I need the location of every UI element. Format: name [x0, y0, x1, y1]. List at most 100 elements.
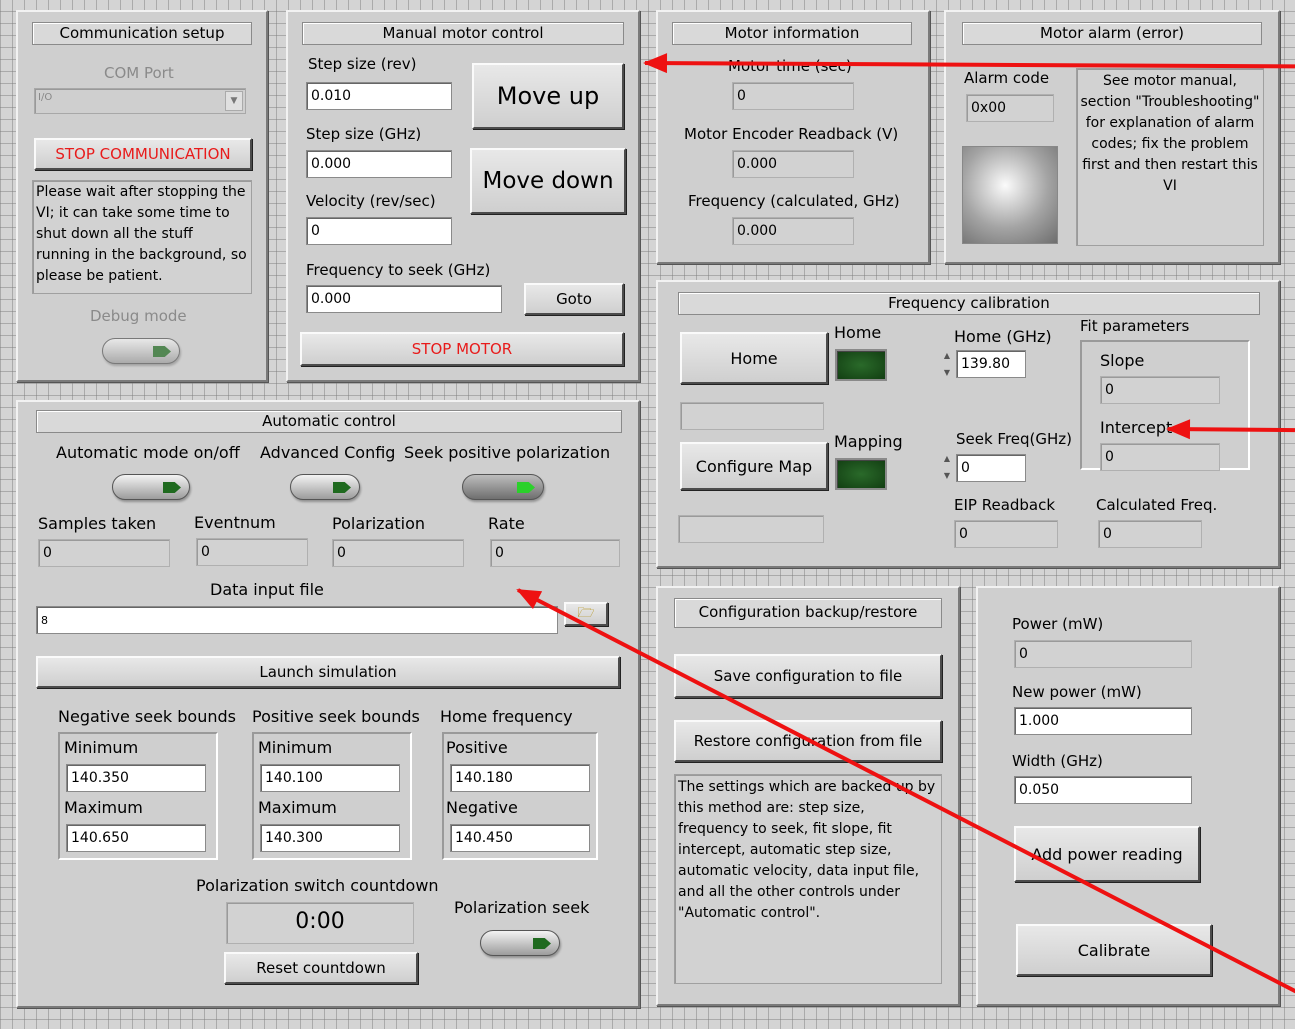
intercept-label: Intercept	[1100, 418, 1173, 437]
home-positive-label: Positive	[446, 738, 508, 757]
manual-motor-control-panel: Manual motor control Step size (rev) 0.0…	[286, 10, 640, 382]
step-rev-input[interactable]: 0.010	[306, 82, 452, 110]
seek-freq-input[interactable]: 0	[956, 454, 1026, 482]
configure-map-button[interactable]: Configure Map	[680, 442, 828, 490]
negative-bounds-label: Negative seek bounds	[58, 707, 236, 726]
new-power-input[interactable]: 1.000	[1014, 707, 1192, 735]
polarization-seek-label: Polarization seek	[454, 898, 590, 917]
step-ghz-input[interactable]: 0.000	[306, 150, 452, 178]
motor-time-label: Motor time (sec)	[728, 57, 852, 75]
com-port-select[interactable]: I/O ▼	[34, 88, 246, 114]
width-input[interactable]: 0.050	[1014, 776, 1192, 804]
motor-information-panel: Motor information Motor time (sec) 0 Mot…	[656, 10, 930, 264]
home-led-label: Home	[834, 323, 882, 342]
auto-mode-toggle[interactable]	[112, 474, 190, 500]
stop-communication-button[interactable]: STOP COMMUNICATION	[34, 138, 252, 170]
auto-mode-label: Automatic mode on/off	[56, 443, 240, 462]
chevron-down-icon[interactable]: ▼	[225, 91, 243, 111]
calculated-freq-value: 0	[1098, 520, 1202, 548]
slope-label: Slope	[1100, 351, 1145, 370]
width-label: Width (GHz)	[1012, 752, 1103, 770]
neg-max-input[interactable]: 140.650	[66, 824, 206, 852]
comm-note: Please wait after stopping the VI; it ca…	[32, 180, 252, 294]
advanced-config-toggle[interactable]	[290, 474, 360, 500]
pos-max-input[interactable]: 140.300	[260, 824, 400, 852]
move-up-button[interactable]: Move up	[472, 63, 624, 129]
backup-note: The settings which are backed up by this…	[674, 774, 942, 984]
encoder-label: Motor Encoder Readback (V)	[684, 125, 899, 143]
velocity-label: Velocity (rev/sec)	[306, 192, 436, 210]
pos-min-input[interactable]: 140.100	[260, 764, 400, 792]
alarm-code-label: Alarm code	[964, 69, 1050, 87]
motor-time-value: 0	[732, 82, 854, 110]
power-calibration-panel: Power (mW) 0 New power (mW) 1.000 Width …	[976, 586, 1280, 1006]
panel-title: Motor information	[672, 22, 912, 45]
polarization-seek-toggle[interactable]	[480, 930, 560, 956]
neg-min-label: Minimum	[64, 738, 139, 757]
calculated-freq-label: Calculated Freq.	[1096, 496, 1218, 514]
samples-label: Samples taken	[38, 514, 157, 533]
debug-mode-toggle[interactable]	[102, 338, 180, 364]
seek-positive-label: Seek positive polarization	[404, 443, 611, 462]
encoder-value: 0.000	[732, 150, 854, 178]
step-rev-label: Step size (rev)	[308, 55, 417, 73]
home-negative-label: Negative	[446, 798, 518, 817]
home-negative-input[interactable]: 140.450	[450, 824, 590, 852]
home-ghz-input[interactable]: 139.80	[956, 350, 1026, 378]
countdown-label: Polarization switch countdown	[196, 876, 439, 895]
eventnum-label: Eventnum	[194, 513, 276, 532]
alarm-code-value: 0x00	[966, 94, 1054, 122]
goto-button[interactable]: Goto	[524, 283, 624, 315]
power-value: 0	[1014, 640, 1192, 668]
panel-title: Automatic control	[36, 410, 622, 433]
step-ghz-label: Step size (GHz)	[306, 125, 422, 143]
advanced-config-label: Advanced Config	[260, 443, 396, 462]
seek-positive-toggle[interactable]	[462, 474, 544, 500]
home-ghz-spinner-icon[interactable]: ▲ ▼	[940, 347, 954, 381]
freq-calc-value: 0.000	[732, 217, 854, 245]
fit-parameters-label: Fit parameters	[1080, 317, 1190, 335]
countdown-value: 0:00	[226, 902, 414, 944]
move-down-button[interactable]: Move down	[470, 148, 626, 214]
samples-value: 0	[38, 539, 170, 567]
mapping-led-label: Mapping	[834, 432, 903, 451]
freq-seek-input[interactable]: 0.000	[306, 285, 502, 313]
path-icon: 8	[41, 614, 48, 627]
automatic-control-panel: Automatic control Automatic mode on/off …	[16, 400, 640, 1008]
launch-simulation-button[interactable]: Launch simulation	[36, 656, 620, 688]
eventnum-value: 0	[196, 538, 308, 566]
velocity-input[interactable]: 0	[306, 217, 452, 245]
positive-bounds-label: Positive seek bounds	[252, 707, 420, 726]
io-icon: I/O	[38, 92, 53, 103]
freq-calc-label: Frequency (calculated, GHz)	[688, 192, 900, 210]
data-input-file-input[interactable]: 8	[36, 606, 558, 634]
pos-max-label: Maximum	[258, 798, 337, 817]
reset-countdown-button[interactable]: Reset countdown	[224, 952, 418, 984]
stop-motor-button[interactable]: STOP MOTOR	[300, 332, 624, 366]
mapping-led	[835, 458, 887, 490]
home-positive-input[interactable]: 140.180	[450, 764, 590, 792]
eip-label: EIP Readback	[954, 496, 1056, 514]
rate-value: 0	[490, 539, 620, 567]
panel-title: Communication setup	[32, 22, 252, 45]
panel-title: Manual motor control	[302, 22, 624, 45]
annotation-arrow-intercept	[1167, 427, 1295, 433]
alarm-light	[962, 146, 1058, 244]
home-button[interactable]: Home	[680, 332, 828, 384]
panel-title: Frequency calibration	[678, 292, 1260, 315]
slope-value: 0	[1100, 376, 1220, 404]
neg-min-input[interactable]: 140.350	[66, 764, 206, 792]
seek-freq-label: Seek Freq(GHz)	[956, 430, 1073, 448]
add-power-reading-button[interactable]: Add power reading	[1014, 826, 1200, 882]
intercept-value: 0	[1100, 443, 1220, 471]
home-led	[835, 349, 887, 381]
panel-title: Motor alarm (error)	[962, 22, 1262, 45]
power-label: Power (mW)	[1012, 615, 1104, 633]
motor-alarm-panel: Motor alarm (error) Alarm code 0x00 See …	[944, 10, 1280, 264]
home-ghz-label: Home (GHz)	[954, 327, 1052, 346]
new-power-label: New power (mW)	[1012, 683, 1142, 701]
seek-freq-spinner-icon[interactable]: ▲ ▼	[940, 450, 954, 484]
rate-label: Rate	[488, 514, 525, 533]
polarization-label: Polarization	[332, 514, 425, 533]
pos-min-label: Minimum	[258, 738, 333, 757]
